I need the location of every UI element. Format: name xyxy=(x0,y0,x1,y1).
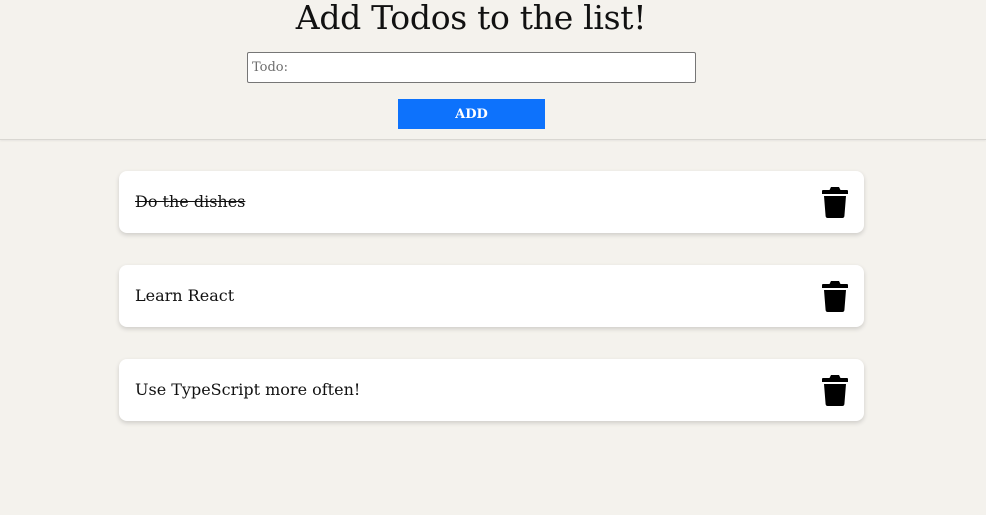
trash-icon xyxy=(822,375,848,406)
trash-icon xyxy=(822,187,848,218)
page-title: Add Todos to the list! xyxy=(295,0,647,37)
todo-text[interactable]: Use TypeScript more often! xyxy=(135,359,360,421)
delete-button[interactable] xyxy=(822,186,848,218)
delete-button[interactable] xyxy=(822,374,848,406)
add-button[interactable]: ADD xyxy=(398,99,545,129)
todo-text[interactable]: Do the dishes xyxy=(135,171,245,233)
todo-input[interactable] xyxy=(247,52,696,83)
todo-list: Do the dishes Learn React Use TypeScript… xyxy=(119,171,864,453)
todo-item: Learn React xyxy=(119,265,864,327)
trash-icon xyxy=(822,281,848,312)
todo-item: Do the dishes xyxy=(119,171,864,233)
todo-item: Use TypeScript more often! xyxy=(119,359,864,421)
header: Add Todos to the list! ADD xyxy=(0,0,986,140)
todo-text[interactable]: Learn React xyxy=(135,265,234,327)
delete-button[interactable] xyxy=(822,280,848,312)
